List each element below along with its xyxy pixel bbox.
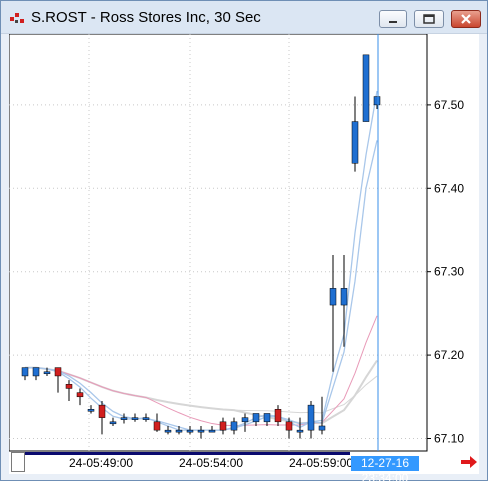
chart-app-icon: [10, 13, 24, 23]
x-tick-label: 24-05:54:00: [179, 456, 244, 470]
scroll-track[interactable]: [25, 452, 350, 455]
candle-up: [120, 417, 128, 420]
candle-down: [274, 409, 282, 423]
candle-up: [230, 421, 238, 431]
candle-up: [186, 429, 194, 433]
candle-down: [285, 421, 293, 431]
candle-up: [43, 371, 51, 375]
title-bar[interactable]: S.ROST - Ross Stores Inc, 30 Sec: [1, 1, 487, 34]
candle-up: [87, 409, 95, 412]
chart-window: S.ROST - Ross Stores Inc, 30 Sec 67.50 67…: [0, 0, 488, 485]
scroll-start-box[interactable]: [11, 452, 25, 472]
candle-up: [307, 404, 315, 431]
candle-up: [318, 425, 326, 431]
candle-down: [76, 392, 84, 398]
maximize-icon: [423, 14, 435, 24]
arrow-right-icon[interactable]: [459, 454, 479, 470]
candle-up: [252, 413, 260, 423]
maximize-button[interactable]: [414, 10, 444, 28]
price-chart[interactable]: 67.50 67.40 67.30 67.20 67.10: [8, 33, 479, 474]
candle-up: [241, 417, 249, 423]
candle-up: [131, 417, 139, 420]
candle-down: [65, 384, 73, 389]
candle-up: [109, 421, 117, 425]
candle-up: [340, 288, 348, 306]
candle-up: [197, 429, 205, 433]
candle-down: [219, 421, 227, 431]
candle-up: [175, 429, 183, 433]
y-tick-label: 67.50: [434, 98, 464, 112]
candle-down: [54, 367, 62, 377]
minimize-button[interactable]: [379, 10, 407, 28]
candle-up: [329, 288, 337, 306]
candle-up: [208, 429, 216, 433]
x-tick-label: 24-05:49:00: [69, 456, 134, 470]
candle-up: [263, 413, 271, 423]
y-tick-label: 67.10: [434, 431, 464, 445]
candle-down: [98, 404, 106, 418]
candle-up: [32, 367, 40, 377]
minimize-icon: [389, 21, 397, 23]
window-title: S.ROST - Ross Stores Inc, 30 Sec: [31, 9, 261, 26]
y-axis: 67.50 67.40 67.30 67.20 67.10: [427, 98, 464, 445]
y-tick-label: 67.20: [434, 348, 464, 362]
candle-up: [296, 429, 304, 433]
x-tick-label: 24-05:59:00: [289, 456, 354, 470]
close-icon: [461, 14, 471, 24]
candle-up: [142, 417, 150, 420]
close-button[interactable]: [451, 10, 481, 28]
candle-up: [21, 367, 29, 377]
candle-down: [153, 421, 161, 431]
chart-area[interactable]: 67.50 67.40 67.30 67.20 67.10: [8, 33, 479, 474]
y-tick-label: 67.30: [434, 265, 464, 279]
candle-up: [373, 96, 381, 106]
cursor-time-label: 12-27-16 23:34:00: [351, 456, 419, 485]
candle-up: [362, 54, 370, 122]
candle-up: [164, 429, 172, 433]
y-tick-label: 67.40: [434, 181, 464, 195]
candle-up: [351, 121, 359, 164]
